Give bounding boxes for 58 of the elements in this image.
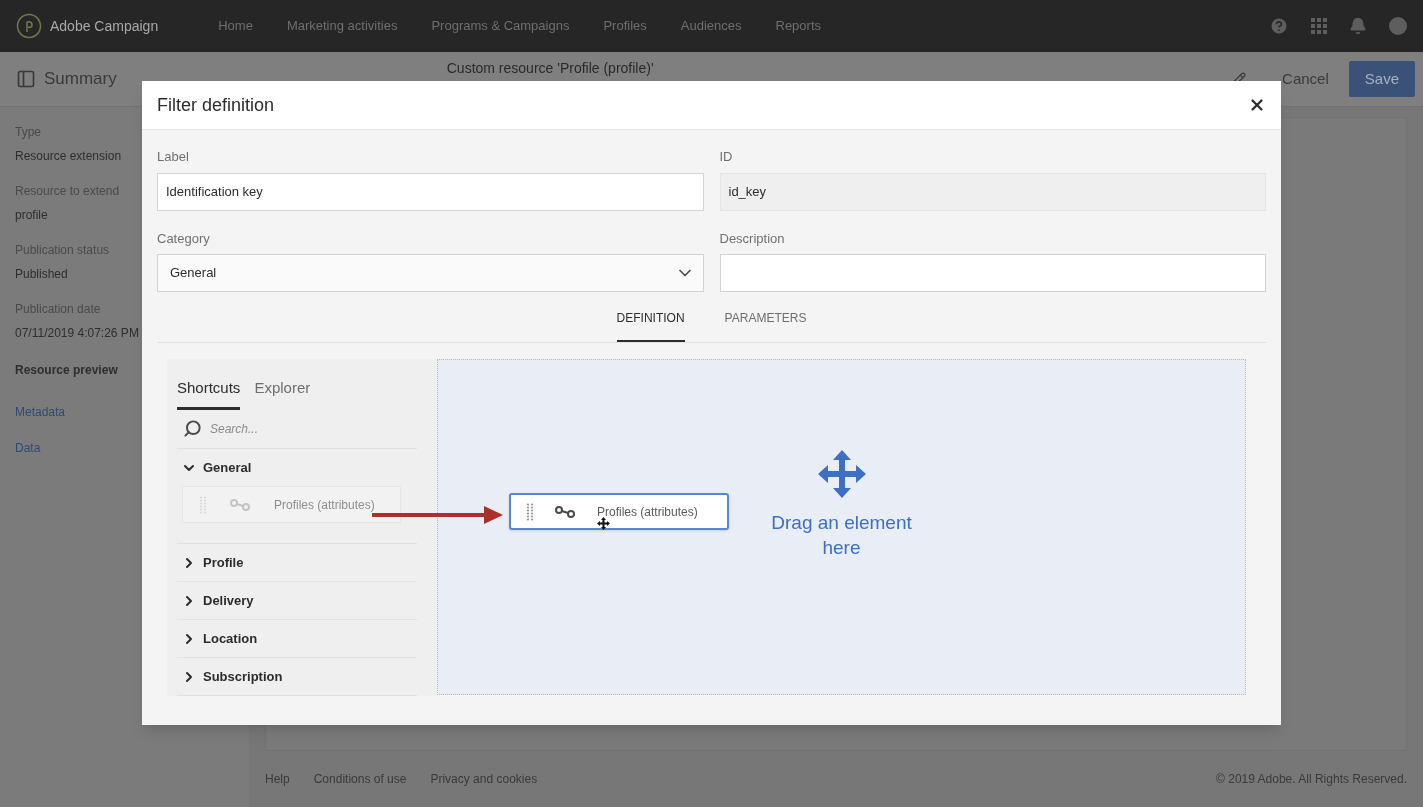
category-toggle[interactable]: General [177, 449, 256, 486]
app-name: Adobe Campaign [50, 16, 159, 36]
palette-item[interactable]: Profiles (attributes) [182, 486, 401, 523]
copyright: © 2019 Adobe. All Rights Reserved. [1216, 771, 1407, 788]
avatar[interactable] [1389, 17, 1407, 35]
apps-grid-icon[interactable] [1311, 18, 1327, 34]
summary-title: Summary [44, 68, 117, 91]
summary-value: profile [15, 207, 48, 224]
preview-link[interactable]: Data [15, 439, 41, 457]
drop-hint: Drag an element here [770, 511, 913, 560]
nav-link[interactable]: Audiences [680, 16, 742, 36]
footer-link[interactable]: Help [265, 770, 290, 788]
close-icon[interactable] [1248, 96, 1266, 114]
drop-zone[interactable]: Drag an element here Profiles (attributes) [437, 359, 1246, 695]
preview-heading: Resource preview [15, 362, 118, 379]
link-icon [555, 505, 575, 518]
palette-tab[interactable]: Shortcuts [177, 377, 241, 410]
resource-title[interactable]: Custom resource 'Profile (profile)' [446, 58, 654, 79]
search-icon [183, 419, 202, 439]
drag-handle-icon[interactable] [200, 495, 206, 514]
move-cursor-icon [597, 517, 610, 530]
nav-link[interactable]: Reports [775, 16, 822, 36]
bell-icon[interactable] [1349, 17, 1367, 35]
save-button[interactable]: Save [1348, 61, 1415, 97]
field-label: ID [719, 148, 734, 166]
text-field[interactable]: Identification key [157, 172, 704, 211]
footer-link[interactable]: Privacy and cookies [430, 770, 538, 788]
summary-value: Published [15, 266, 68, 283]
palette-tab[interactable]: Explorer [254, 377, 311, 410]
link-icon [230, 498, 250, 511]
dialog-title: Filter definition [157, 93, 275, 117]
dragged-item[interactable]: Profiles (attributes) [509, 493, 729, 530]
logo-icon [16, 13, 42, 39]
cancel-button[interactable]: Cancel [1270, 67, 1341, 91]
footer-link[interactable]: Conditions of use [313, 770, 407, 788]
category-toggle[interactable]: Delivery [177, 582, 258, 619]
move-icon [817, 450, 866, 498]
summary-value: Resource extension [15, 148, 122, 165]
nav-link[interactable]: Programs & Campaigns [431, 16, 570, 36]
category-toggle[interactable]: Profile [177, 544, 248, 581]
preview-link[interactable]: Metadata [15, 403, 66, 421]
category-toggle[interactable]: Location [177, 620, 262, 657]
category-toggle[interactable]: Subscription [177, 658, 287, 695]
nav-link[interactable]: Home [218, 16, 253, 36]
definition-tab[interactable]: PARAMETERS [724, 309, 807, 342]
panel-icon[interactable] [16, 69, 36, 89]
definition-tab[interactable]: DEFINITION [616, 309, 685, 342]
field-label: Description [719, 229, 786, 248]
category-select[interactable]: General [157, 254, 704, 292]
nav-link[interactable]: Marketing activities [286, 16, 398, 36]
search-field[interactable]: Search... [210, 419, 411, 438]
help-icon[interactable] [1269, 16, 1289, 36]
field-label: Label [157, 148, 190, 166]
text-field[interactable] [719, 254, 1266, 292]
drag-handle-icon[interactable] [527, 502, 533, 521]
nav-link[interactable]: Profiles [603, 16, 647, 36]
field-label: Category [157, 229, 211, 248]
summary-value: 07/11/2019 4:07:26 PM [15, 325, 139, 342]
